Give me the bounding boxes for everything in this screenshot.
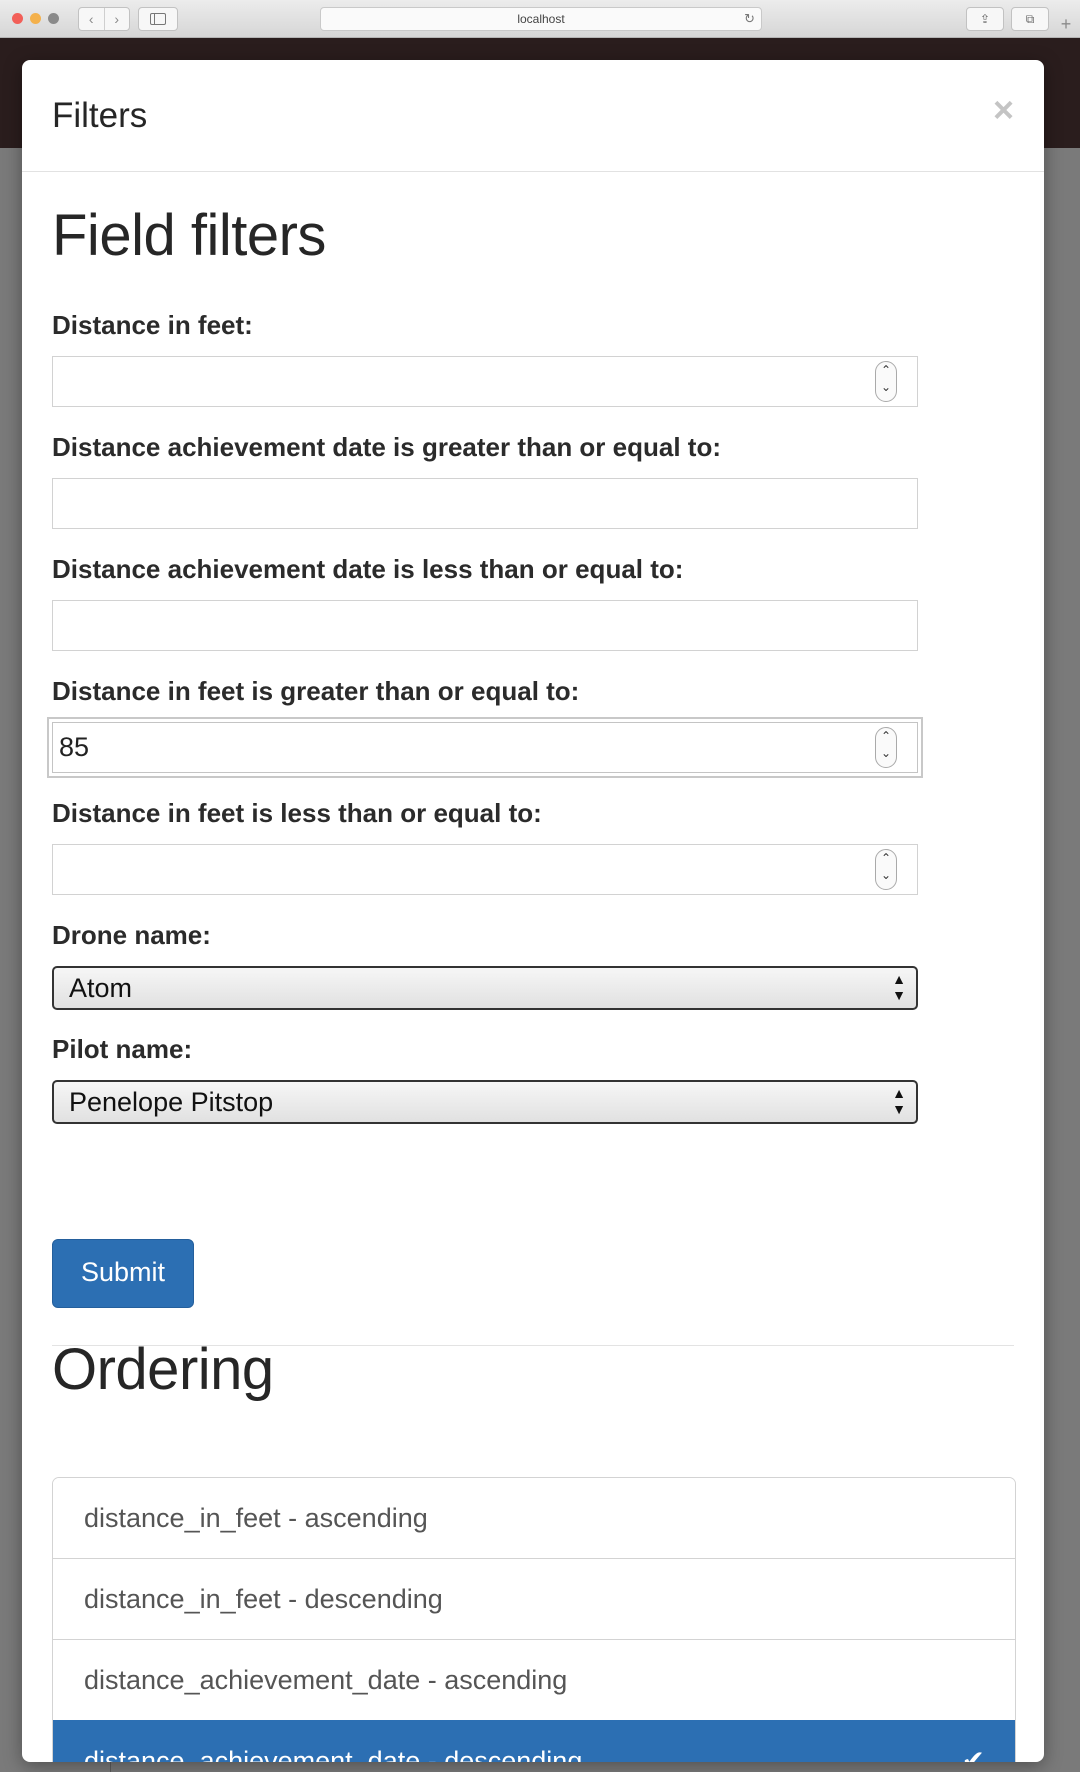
- filters-modal: Filters × Field filters Distance in feet…: [22, 60, 1044, 1762]
- distance-gte-input[interactable]: 85 ⌃ ⌄: [47, 717, 923, 778]
- address-bar[interactable]: localhost ↻: [320, 7, 762, 31]
- ordering-option[interactable]: distance_in_feet - ascending: [53, 1478, 1015, 1558]
- history-nav: ‹ ›: [78, 7, 130, 31]
- share-button[interactable]: ⇪: [966, 7, 1004, 31]
- sidebar-toggle-button[interactable]: [138, 7, 178, 31]
- ordering-list: distance_in_feet - ascending distance_in…: [52, 1477, 1016, 1762]
- ordering-option[interactable]: distance_achievement_date - ascending: [53, 1639, 1015, 1720]
- ordering-option-active[interactable]: distance_achievement_date - descending ✔: [53, 1720, 1015, 1762]
- field-label: Distance in feet is less than or equal t…: [52, 798, 542, 828]
- date-lte-field: Distance achievement date is less than o…: [52, 552, 918, 651]
- ordering-option-label: distance_in_feet - ascending: [84, 1503, 428, 1533]
- modal-title: Filters: [52, 96, 148, 135]
- date-gte-input[interactable]: [52, 478, 918, 529]
- distance-lte-field: Distance in feet is less than or equal t…: [52, 796, 918, 895]
- share-icon: ⇪: [979, 12, 991, 26]
- number-spinner[interactable]: ⌃ ⌄: [875, 361, 897, 402]
- field-label: Drone name:: [52, 920, 211, 950]
- field-label: Pilot name:: [52, 1034, 193, 1064]
- new-tab-button[interactable]: +: [1054, 12, 1078, 37]
- field-label: Distance achievement date is less than o…: [52, 554, 684, 584]
- chevron-left-icon[interactable]: ‹: [79, 8, 104, 30]
- drone-name-select[interactable]: Atom ▲ ▼: [52, 966, 918, 1010]
- pilot-name-field: Pilot name: Penelope Pitstop ▲ ▼: [52, 1032, 918, 1124]
- field-label: Distance in feet:: [52, 310, 253, 340]
- ordering-option-label: distance_in_feet - descending: [84, 1584, 443, 1614]
- tabs-icon: ⧉: [1025, 12, 1035, 26]
- close-icon[interactable]: ×: [993, 90, 1014, 130]
- select-arrows-icon: ▲ ▼: [892, 1085, 906, 1117]
- address-text: localhost: [517, 12, 565, 26]
- select-value: Atom: [69, 973, 133, 1003]
- number-spinner[interactable]: ⌃ ⌄: [875, 727, 897, 768]
- number-spinner[interactable]: ⌃ ⌄: [875, 849, 897, 890]
- pilot-name-select[interactable]: Penelope Pitstop ▲ ▼: [52, 1080, 918, 1124]
- browser-toolbar: ‹ › localhost ↻ ⇪ ⧉ +: [0, 0, 1080, 38]
- date-lte-input[interactable]: [52, 600, 918, 651]
- distance-in-feet-input[interactable]: ⌃ ⌄: [52, 356, 918, 407]
- chevron-right-icon[interactable]: ›: [103, 8, 130, 30]
- ordering-option[interactable]: distance_in_feet - descending: [53, 1558, 1015, 1639]
- ordering-option-label: distance_achievement_date - ascending: [84, 1665, 568, 1695]
- field-label: Distance achievement date is greater tha…: [52, 432, 721, 462]
- plus-icon: +: [1060, 14, 1072, 34]
- window-zoom-button[interactable]: [48, 13, 59, 24]
- window-minimize-button[interactable]: [30, 13, 41, 24]
- sidebar-icon: [150, 13, 166, 25]
- field-label: Distance in feet is greater than or equa…: [52, 676, 580, 706]
- submit-button[interactable]: Submit: [52, 1239, 194, 1308]
- distance-lte-input[interactable]: ⌃ ⌄: [52, 844, 918, 895]
- window-close-button[interactable]: [12, 13, 23, 24]
- select-arrows-icon: ▲ ▼: [892, 971, 906, 1003]
- ordering-heading: Ordering: [52, 1337, 274, 1402]
- field-filters-heading: Field filters: [52, 203, 326, 268]
- tabs-overview-button[interactable]: ⧉: [1011, 7, 1049, 31]
- drone-name-field: Drone name: Atom ▲ ▼: [52, 918, 918, 1010]
- checkmark-icon: ✔: [961, 1745, 985, 1762]
- reload-icon[interactable]: ↻: [744, 8, 755, 30]
- distance-gte-field: Distance in feet is greater than or equa…: [47, 674, 923, 778]
- input-value: 85: [59, 732, 90, 762]
- date-gte-field: Distance achievement date is greater tha…: [52, 430, 918, 529]
- distance-in-feet-field: Distance in feet: ⌃ ⌄: [52, 308, 918, 407]
- modal-header: Filters ×: [22, 60, 1044, 172]
- select-value: Penelope Pitstop: [69, 1087, 274, 1117]
- ordering-option-label: distance_achievement_date - descending: [84, 1746, 583, 1762]
